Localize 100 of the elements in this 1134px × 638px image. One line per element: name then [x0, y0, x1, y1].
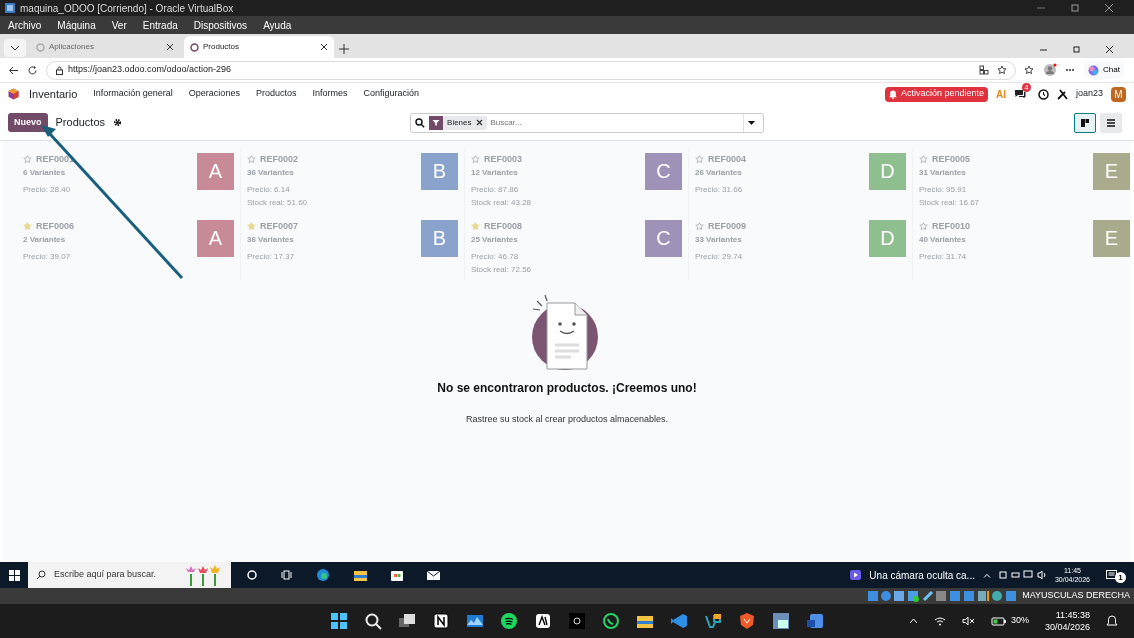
- product-price: Precio: 31.66: [695, 184, 744, 196]
- browser-tab[interactable]: Aplicaciones: [30, 36, 180, 58]
- task-view-icon[interactable]: [281, 570, 292, 580]
- taskbar-date: 30/04/2026: [1044, 621, 1090, 633]
- wifi-icon[interactable]: [933, 616, 946, 626]
- nav-menu-item[interactable]: Información general: [93, 87, 173, 101]
- close-icon[interactable]: [1104, 3, 1114, 13]
- menu-item[interactable]: Máquina: [57, 17, 96, 33]
- close-icon[interactable]: [320, 43, 328, 51]
- media-icon[interactable]: [850, 570, 862, 580]
- browser-icon[interactable]: [316, 568, 330, 582]
- nav-menu-item[interactable]: Informes: [312, 87, 348, 101]
- variant-count: 6 Variantes: [23, 167, 67, 179]
- settings-icon[interactable]: [113, 118, 123, 127]
- notification-bell-icon[interactable]: [1106, 615, 1118, 627]
- nav-menu-item[interactable]: Operaciones: [188, 87, 240, 101]
- start-icon[interactable]: [330, 612, 348, 630]
- list-view-button[interactable]: [1100, 112, 1122, 133]
- music-app-icon[interactable]: [500, 612, 518, 630]
- app-logo-icon: [8, 88, 19, 100]
- restore-icon[interactable]: [1072, 45, 1081, 54]
- bell-icon: [888, 89, 897, 99]
- ai-app-icon[interactable]: [534, 612, 552, 630]
- product-image-tile: A: [197, 153, 234, 190]
- virtualbox-icon[interactable]: [772, 612, 790, 630]
- avatar[interactable]: M: [1111, 86, 1126, 102]
- star-icon[interactable]: [997, 65, 1007, 75]
- menu-item[interactable]: Ayuda: [263, 17, 292, 33]
- tools-icon[interactable]: [1056, 88, 1068, 100]
- shield-icon[interactable]: [738, 612, 756, 630]
- menu-item[interactable]: Ver: [111, 17, 127, 33]
- folder-icon[interactable]: [354, 569, 367, 581]
- product-price: Precio: 46.78: [471, 251, 520, 263]
- chat-app-icon[interactable]: [602, 612, 620, 630]
- task-view-icon[interactable]: [398, 612, 416, 630]
- notification-icon[interactable]: [1106, 570, 1117, 581]
- variant-count: 31 Variantes: [919, 167, 967, 179]
- nav-menu-item[interactable]: Productos: [255, 87, 297, 101]
- nav-menu-item[interactable]: Configuración: [363, 87, 419, 101]
- favorites-icon[interactable]: [1024, 65, 1035, 75]
- new-tab-icon[interactable]: [338, 43, 350, 55]
- app-name[interactable]: Inventario: [29, 85, 78, 103]
- remove-icon[interactable]: [475, 119, 483, 126]
- address-bar[interactable]: https://joan23.odoo.com/odoo/action-296: [46, 60, 1016, 80]
- taskbar-search-field[interactable]: Escribe aquí para buscar.: [28, 562, 231, 588]
- breadcrumb-title: Productos: [55, 115, 106, 131]
- notes-icon[interactable]: [432, 612, 450, 630]
- browser-tab[interactable]: Productos: [184, 36, 334, 58]
- muted-speaker-icon[interactable]: [961, 616, 975, 626]
- star-icon[interactable]: [23, 155, 32, 164]
- word-processor-icon[interactable]: [806, 612, 824, 630]
- restore-icon[interactable]: [1070, 3, 1080, 13]
- star-icon[interactable]: [247, 155, 256, 164]
- new-button[interactable]: Nuevo: [8, 112, 48, 133]
- chart-app-icon[interactable]: [466, 612, 484, 630]
- chevron-up-icon[interactable]: [908, 618, 918, 624]
- menu-item[interactable]: Entrada: [142, 17, 178, 33]
- menu-item[interactable]: Archivo: [8, 17, 42, 33]
- filter-icon: [429, 115, 444, 130]
- store-icon[interactable]: [391, 569, 403, 581]
- menu-item[interactable]: Dispositivos: [193, 17, 248, 33]
- notification-text[interactable]: Una cámara oculta ca...: [869, 567, 975, 583]
- code-editor-icon[interactable]: [670, 612, 688, 630]
- close-icon[interactable]: [1105, 45, 1114, 54]
- clock-icon[interactable]: [1037, 88, 1049, 100]
- variant-count: 26 Variantes: [695, 167, 743, 179]
- star-icon[interactable]: [471, 155, 480, 164]
- user-name[interactable]: joan23: [1075, 87, 1103, 101]
- chat-icon[interactable]: [1013, 88, 1026, 100]
- apps-icon[interactable]: [979, 65, 989, 75]
- product-image-tile: C: [645, 153, 682, 190]
- star-icon[interactable]: [695, 155, 704, 164]
- mail-icon[interactable]: [427, 570, 440, 580]
- close-icon[interactable]: [166, 43, 174, 51]
- product-reference: REF0009: [708, 220, 747, 233]
- profile-icon[interactable]: [1043, 63, 1057, 77]
- start-icon[interactable]: [8, 569, 20, 581]
- star-icon[interactable]: [919, 155, 928, 164]
- back-icon[interactable]: [8, 64, 19, 76]
- cortana-icon[interactable]: [247, 570, 257, 580]
- battery-level-text: 30%: [1010, 614, 1029, 628]
- search-icon: [36, 570, 46, 580]
- product-reference: REF0003: [484, 153, 523, 166]
- product-reference: REF0005: [932, 153, 971, 166]
- keyboard-status: MAYUSCULAS DERECHA: [1022, 589, 1130, 603]
- activation-badge[interactable]: Activación pendiente: [884, 86, 988, 102]
- search-field[interactable]: Bienes Buscar...: [410, 112, 765, 133]
- dropdown-caret-icon[interactable]: [748, 120, 756, 125]
- star-icon[interactable]: [695, 222, 704, 231]
- empty-state-title: No se encontraron productos. ¡Creemos uno!: [437, 380, 697, 397]
- variant-count: 40 Variantes: [919, 234, 967, 246]
- kanban-view-button[interactable]: [1074, 112, 1096, 133]
- tab-label[interactable]: Productos: [203, 41, 240, 53]
- tab-label[interactable]: Aplicaciones: [49, 41, 94, 53]
- search-icon[interactable]: [364, 612, 382, 630]
- chat-button[interactable]: Chat: [1083, 61, 1125, 79]
- product-price: Precio: 6.14: [247, 184, 291, 196]
- star-icon[interactable]: [919, 222, 928, 231]
- reload-icon[interactable]: [27, 64, 38, 76]
- filter-facet[interactable]: Bienes: [429, 115, 487, 130]
